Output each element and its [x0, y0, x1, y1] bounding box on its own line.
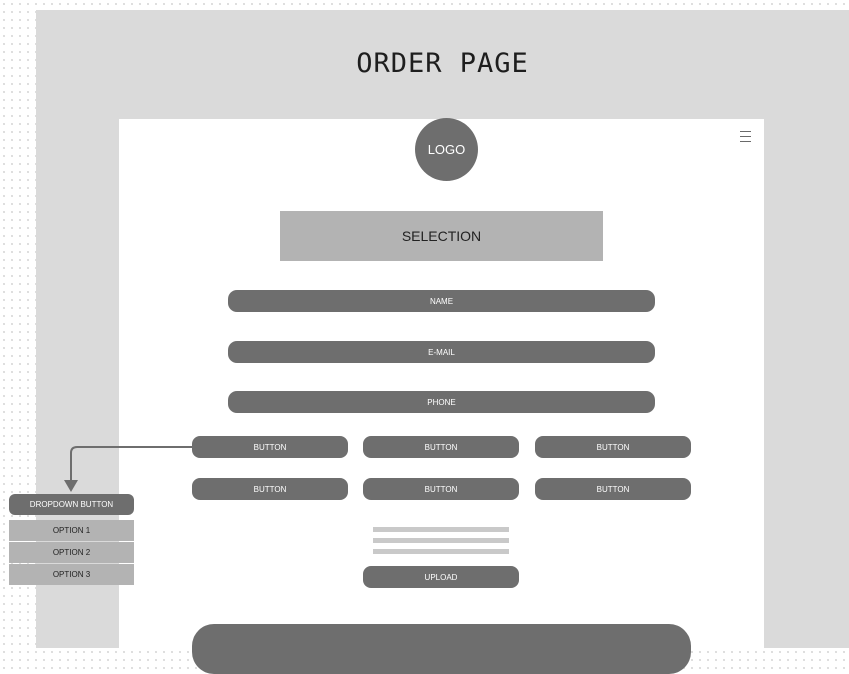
- text-placeholder-line: [373, 527, 509, 532]
- dropdown-button[interactable]: DROPDOWN BUTTON: [9, 494, 134, 515]
- hamburger-menu-icon[interactable]: [740, 131, 751, 142]
- selection-box[interactable]: SELECTION: [280, 211, 603, 261]
- logo[interactable]: LOGO: [415, 118, 478, 181]
- page-title: ORDER PAGE: [356, 48, 529, 79]
- text-placeholder-line: [373, 538, 509, 543]
- option-button-4[interactable]: BUTTON: [192, 478, 348, 500]
- dropdown-option[interactable]: OPTION 3: [9, 564, 134, 585]
- phone-field[interactable]: PHONE: [228, 391, 655, 413]
- text-placeholder-line: [373, 549, 509, 554]
- email-field[interactable]: E-MAIL: [228, 341, 655, 363]
- upload-button[interactable]: UPLOAD: [363, 566, 519, 588]
- option-button-1[interactable]: BUTTON: [192, 436, 348, 458]
- option-button-2[interactable]: BUTTON: [363, 436, 519, 458]
- submit-bar[interactable]: [192, 624, 691, 674]
- dropdown-option[interactable]: OPTION 1: [9, 520, 134, 541]
- option-button-5[interactable]: BUTTON: [363, 478, 519, 500]
- option-button-6[interactable]: BUTTON: [535, 478, 691, 500]
- option-button-3[interactable]: BUTTON: [535, 436, 691, 458]
- name-field[interactable]: NAME: [228, 290, 655, 312]
- dropdown-option[interactable]: OPTION 2: [9, 542, 134, 563]
